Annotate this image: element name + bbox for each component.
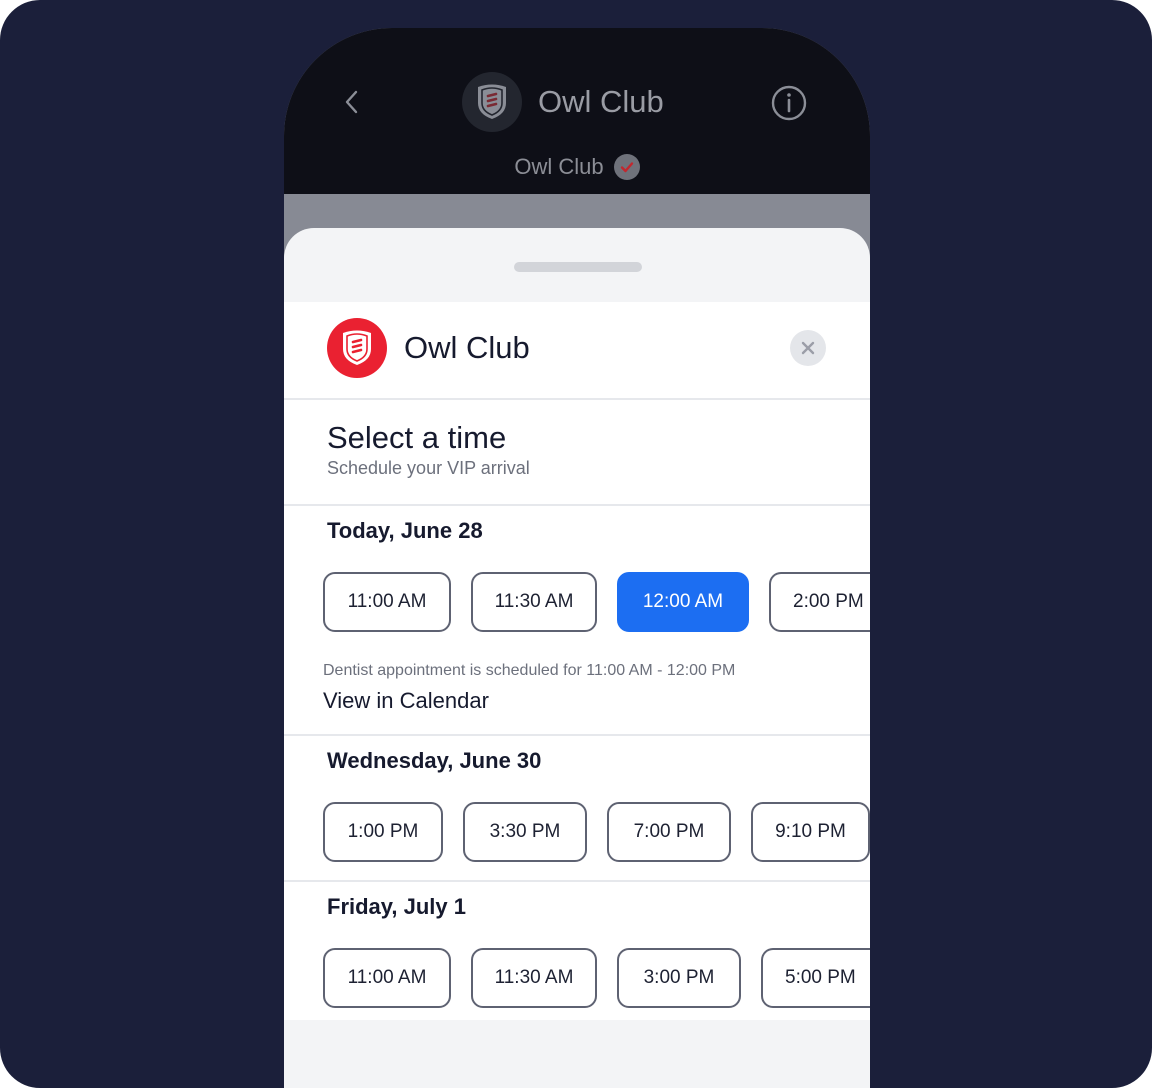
time-slot-button[interactable]: 3:00 PM bbox=[617, 948, 741, 1008]
verified-badge-icon bbox=[613, 154, 640, 180]
club-name: Owl Club bbox=[404, 330, 530, 365]
day-section: Friday, July 1 11:00 AM 11:30 AM 3:00 PM… bbox=[284, 882, 870, 1020]
day-label: Wednesday, June 30 bbox=[327, 748, 542, 773]
club-logo bbox=[327, 318, 387, 378]
time-slot-button[interactable]: 11:00 AM bbox=[323, 948, 451, 1008]
club-row: Owl Club bbox=[284, 302, 870, 400]
page-subtitle: Schedule your VIP arrival bbox=[327, 458, 530, 478]
shield-icon bbox=[478, 84, 506, 119]
time-slot-button[interactable]: 5:00 PM bbox=[761, 948, 870, 1008]
info-button[interactable] bbox=[770, 84, 808, 122]
back-button[interactable] bbox=[336, 86, 368, 118]
day-section: Today, June 28 11:00 AM 11:30 AM 12:00 A… bbox=[284, 506, 870, 736]
header-title: Owl Club bbox=[538, 84, 664, 119]
page-title: Select a time bbox=[327, 420, 507, 455]
time-slot-button[interactable]: 1:00 PM bbox=[323, 802, 443, 862]
shield-icon bbox=[343, 330, 371, 365]
close-icon bbox=[801, 341, 815, 355]
header-subtitle: Owl Club bbox=[514, 154, 604, 179]
day-label: Friday, July 1 bbox=[327, 894, 466, 919]
phone-frame: Owl Club Owl Club Owl Club Select a time… bbox=[284, 28, 870, 1088]
day-label: Today, June 28 bbox=[327, 518, 483, 543]
sheet-grabber[interactable] bbox=[514, 262, 642, 272]
time-slot-button[interactable]: 11:30 AM bbox=[471, 948, 597, 1008]
time-slot-button[interactable]: 7:00 PM bbox=[607, 802, 731, 862]
info-icon bbox=[771, 85, 807, 121]
close-button[interactable] bbox=[790, 330, 826, 366]
app-canvas: Owl Club Owl Club Owl Club Select a time… bbox=[0, 0, 1152, 1088]
conflict-note: Dentist appointment is scheduled for 11:… bbox=[323, 662, 736, 679]
time-slot-button[interactable]: 11:30 AM bbox=[471, 572, 597, 632]
header-avatar bbox=[462, 72, 522, 132]
view-in-calendar-link[interactable]: View in Calendar bbox=[323, 686, 489, 716]
time-slot-button[interactable]: 9:10 PM bbox=[751, 802, 870, 862]
time-picker-sheet: Owl Club Select a time Schedule your VIP… bbox=[284, 228, 870, 1088]
title-block: Select a time Schedule your VIP arrival bbox=[284, 400, 870, 506]
day-section: Wednesday, June 30 1:00 PM 3:30 PM 7:00 … bbox=[284, 736, 870, 882]
time-slot-button-selected[interactable]: 12:00 AM bbox=[617, 572, 749, 632]
header-subtitle-row: Owl Club bbox=[284, 154, 870, 180]
chat-header: Owl Club Owl Club bbox=[284, 28, 870, 194]
time-slot-button[interactable]: 2:00 PM bbox=[769, 572, 870, 632]
chevron-left-icon bbox=[345, 90, 358, 114]
time-picker-card: Owl Club Select a time Schedule your VIP… bbox=[284, 302, 870, 1020]
time-slot-button[interactable]: 3:30 PM bbox=[463, 802, 587, 862]
time-slot-button[interactable]: 11:00 AM bbox=[323, 572, 451, 632]
